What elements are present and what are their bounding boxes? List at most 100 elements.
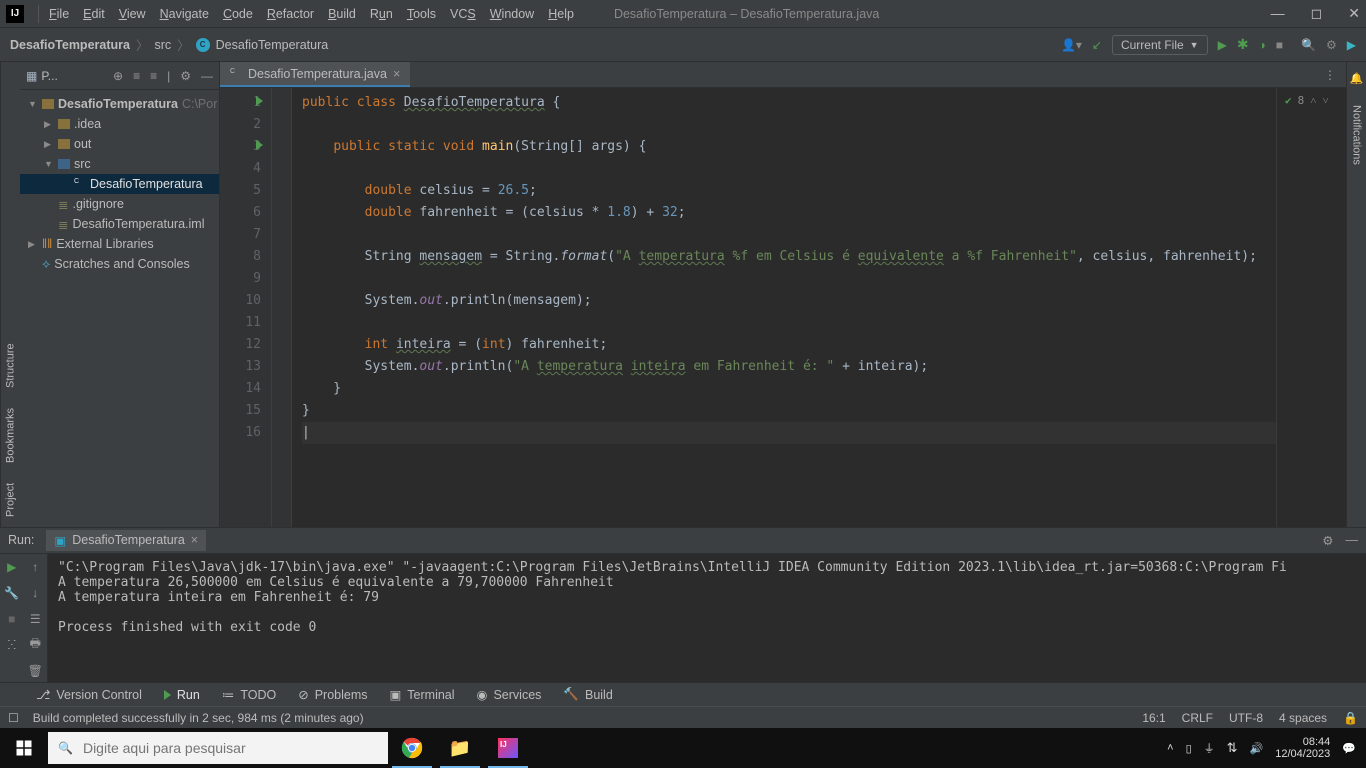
maximize-button[interactable]: ◻ (1311, 5, 1323, 22)
taskbar-app-chrome[interactable] (388, 728, 436, 768)
run-button-icon[interactable]: ▶ (1218, 38, 1227, 52)
tray-clock[interactable]: 08:44 12/04/2023 (1275, 736, 1330, 760)
add-user-icon[interactable]: 👤▾ (1061, 38, 1082, 52)
close-button[interactable]: ✕ (1348, 5, 1360, 22)
run-config-tab[interactable]: ▣ DesafioTemperatura × (46, 530, 206, 551)
status-indicator-icon[interactable]: ☐ (8, 711, 19, 725)
debug-button-icon[interactable]: ✱ (1237, 36, 1249, 53)
expand-all-icon[interactable]: ≡ (133, 69, 140, 83)
menu-refactor[interactable]: Refactor (267, 7, 314, 21)
tree-root[interactable]: ▼ DesafioTemperatura C:\Por (20, 94, 219, 114)
code-editor[interactable]: 12345678910111213141516 public class Des… (220, 88, 1346, 527)
run-output[interactable]: "C:\Program Files\Java\jdk-17\bin\java.e… (48, 554, 1366, 682)
tree-external-libraries[interactable]: ▶ ‖‖ External Libraries (20, 234, 219, 254)
side-tab-project[interactable]: Project (5, 483, 17, 517)
editor-tab-active[interactable]: C DesafioTemperatura.java × (220, 62, 410, 87)
code-content[interactable]: public class DesafioTemperatura { public… (292, 88, 1276, 527)
tray-volume-icon[interactable]: 🔊 (1250, 742, 1264, 755)
chevron-right-icon[interactable]: ▶ (28, 239, 38, 250)
taskbar-app-explorer[interactable]: 📁 (436, 728, 484, 768)
menu-navigate[interactable]: Navigate (160, 7, 209, 21)
layout-icon[interactable]: ⵘ (7, 638, 16, 652)
stop-icon[interactable]: ■ (8, 612, 15, 626)
ide-actions-icon[interactable]: ▶ (1347, 38, 1356, 52)
menu-vcs[interactable]: VCS (450, 7, 476, 21)
tree-item[interactable]: ▶out (20, 134, 219, 154)
menu-help[interactable]: Help (548, 7, 574, 21)
tab-version-control[interactable]: ⎇ Version Control (36, 687, 142, 702)
menu-build[interactable]: Build (328, 7, 356, 21)
collapse-all-icon[interactable]: ≡ (150, 69, 157, 83)
menu-view[interactable]: View (119, 7, 146, 21)
filter-icon[interactable]: ☰ (30, 612, 41, 626)
menu-tools[interactable]: Tools (407, 7, 436, 21)
chevron-right-icon[interactable]: ▶ (44, 119, 54, 130)
tree-item[interactable]: ▶.idea (20, 114, 219, 134)
taskbar-app-intellij[interactable]: IJ (484, 728, 532, 768)
tab-services[interactable]: ◉ Services (477, 687, 542, 702)
side-tab-notifications[interactable]: Notifications (1351, 105, 1363, 165)
trash-icon[interactable]: 🗑 (28, 664, 43, 678)
search-input[interactable] (83, 740, 378, 756)
tree-item[interactable]: ≣DesafioTemperatura.iml (20, 214, 219, 234)
side-tab-bookmarks[interactable]: Bookmarks (5, 408, 17, 463)
menu-code[interactable]: Code (223, 7, 253, 21)
close-tab-icon[interactable]: × (393, 67, 400, 81)
gear-icon[interactable]: ⚙ (1322, 533, 1333, 548)
inspection-indicator[interactable]: ✔ 8 ˄ ˅ (1276, 88, 1346, 527)
tree-item[interactable]: CDesafioTemperatura (20, 174, 219, 194)
print-icon[interactable]: 🖶 (30, 634, 41, 655)
minimize-button[interactable]: — (1271, 5, 1285, 22)
menu-run[interactable]: Run (370, 7, 393, 21)
menu-file[interactable]: File (49, 7, 69, 21)
notifications-icon[interactable]: 🔔 (1350, 72, 1364, 85)
status-encoding[interactable]: UTF-8 (1229, 711, 1263, 725)
tab-todo[interactable]: ≔ TODO (222, 687, 276, 702)
status-indent[interactable]: 4 spaces (1279, 711, 1327, 725)
chevron-down-icon[interactable]: ▼ (44, 159, 54, 169)
coverage-icon[interactable]: ◑ (1259, 38, 1266, 52)
line-number-gutter[interactable]: 12345678910111213141516 (220, 88, 272, 527)
status-line-sep[interactable]: CRLF (1182, 711, 1213, 725)
gutter-run-icon[interactable] (256, 140, 263, 150)
down-icon[interactable]: ↓ (32, 586, 38, 600)
chevron-down-icon[interactable]: ˅ (1322, 94, 1328, 107)
side-tab-structure[interactable]: Structure (5, 343, 17, 388)
tab-terminal[interactable]: ▣ Terminal (389, 687, 454, 702)
chevron-down-icon[interactable]: ▼ (28, 99, 38, 109)
project-header-title[interactable]: ▦ P... (26, 69, 58, 83)
gutter-run-icon[interactable] (256, 96, 263, 106)
menu-window[interactable]: Window (490, 7, 534, 21)
chevron-right-icon[interactable]: ▶ (44, 139, 54, 150)
chevron-up-icon[interactable]: ˄ (1310, 94, 1316, 107)
tab-build[interactable]: 🔨 Build (563, 687, 612, 702)
tray-battery-icon[interactable]: ▯ (1186, 742, 1192, 755)
tab-run[interactable]: Run (164, 688, 200, 702)
taskbar-search[interactable]: 🔍 (48, 732, 388, 764)
settings-gear-icon[interactable]: ⚙ (180, 69, 191, 83)
tree-item[interactable]: ≣.gitignore (20, 194, 219, 214)
stop-button-icon[interactable]: ■ (1276, 38, 1283, 52)
vcs-update-icon[interactable]: ↙ (1092, 38, 1102, 52)
tab-problems[interactable]: ⊘ Problems (298, 687, 367, 702)
tray-chevron-icon[interactable]: ˄ (1167, 742, 1173, 754)
wrench-icon[interactable]: 🔧 (4, 586, 19, 600)
tray-wifi-icon[interactable]: ⇅ (1227, 740, 1238, 756)
rerun-icon[interactable]: ▶ (7, 560, 16, 574)
settings-icon[interactable]: ⚙ (1326, 38, 1337, 52)
select-opened-file-icon[interactable]: ⊕ (113, 69, 123, 83)
run-config-selector[interactable]: Current File ▼ (1112, 35, 1208, 55)
start-button[interactable] (0, 728, 48, 768)
up-icon[interactable]: ↑ (32, 560, 38, 574)
fold-gutter[interactable] (272, 88, 292, 527)
close-tab-icon[interactable]: × (191, 533, 198, 547)
breadcrumb-src[interactable]: src (154, 38, 171, 52)
tree-item[interactable]: ▼src (20, 154, 219, 174)
tree-scratches[interactable]: ⟡ Scratches and Consoles (20, 254, 219, 274)
breadcrumb-file[interactable]: DesafioTemperatura (216, 38, 329, 52)
search-icon[interactable]: 🔍 (1301, 38, 1316, 52)
lock-icon[interactable]: 🔒 (1343, 711, 1358, 725)
tray-network-icon[interactable]: ⏚ (1204, 740, 1215, 756)
hide-button-icon[interactable]: — (1346, 533, 1359, 548)
status-caret-pos[interactable]: 16:1 (1142, 711, 1165, 725)
